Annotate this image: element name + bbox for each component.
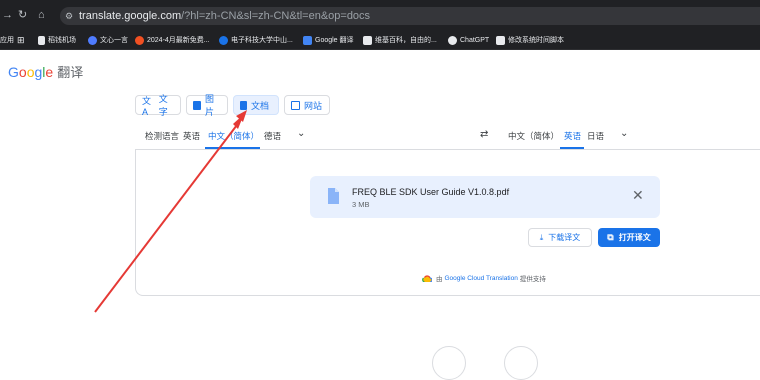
annotation-arrow	[94, 110, 247, 313]
